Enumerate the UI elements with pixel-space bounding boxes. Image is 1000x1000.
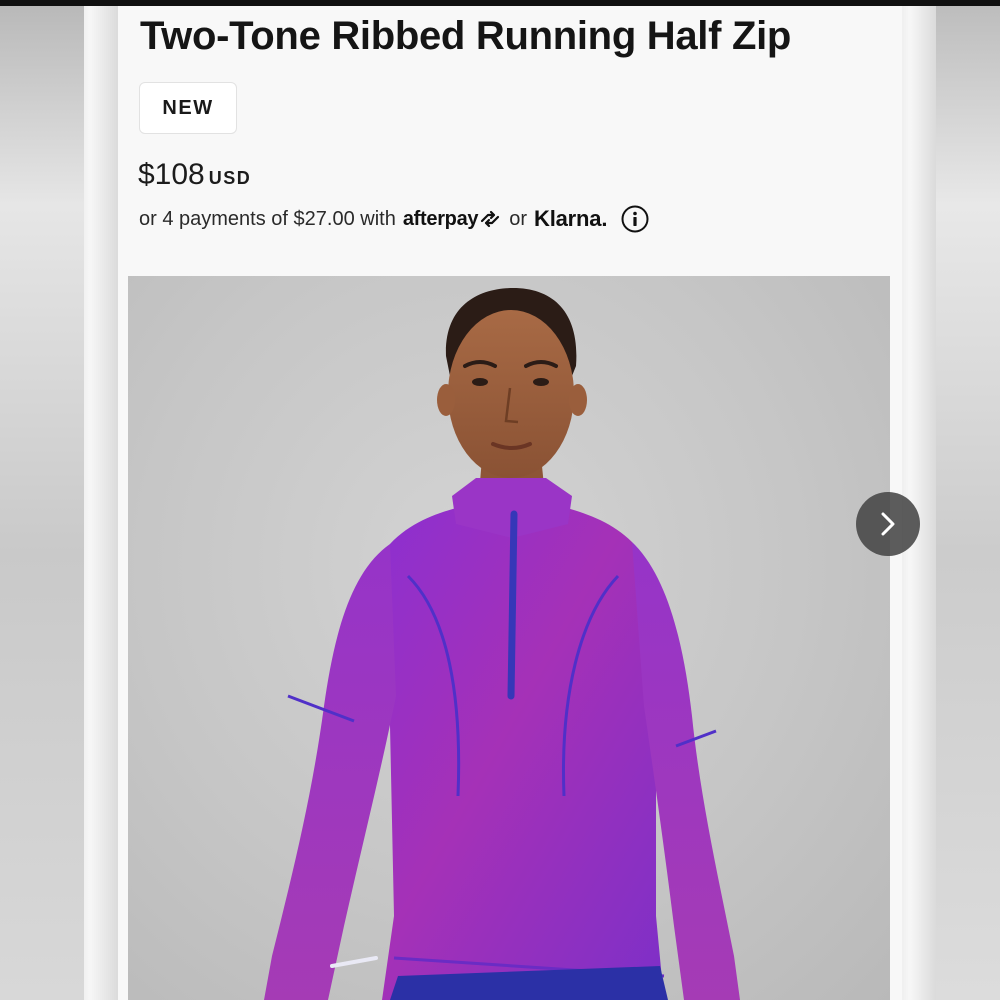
payments-or-text: or xyxy=(509,207,528,230)
new-badge: NEW xyxy=(139,82,237,134)
klarna-logo[interactable]: Klarna. xyxy=(534,206,607,232)
right-margin xyxy=(936,6,1000,1000)
next-image-button[interactable] xyxy=(856,492,920,556)
left-margin xyxy=(0,6,84,1000)
chevron-right-icon xyxy=(881,512,895,536)
info-button[interactable] xyxy=(621,205,649,233)
installment-payments: or 4 payments of $27.00 with afterpay or… xyxy=(139,205,649,233)
price-currency: USD xyxy=(208,168,252,188)
info-icon xyxy=(621,205,649,233)
afterpay-arrows-icon xyxy=(481,210,500,228)
product-title: Two-Tone Ribbed Running Half Zip xyxy=(140,14,792,58)
product-price: $108 USD xyxy=(138,158,251,192)
product-page: Two-Tone Ribbed Running Half Zip NEW $10… xyxy=(118,6,902,1000)
model-wearing-half-zip xyxy=(264,288,740,1000)
price-amount: $108 xyxy=(138,158,205,191)
afterpay-logo[interactable]: afterpay xyxy=(403,208,479,231)
installment-text: or 4 payments of $27.00 with xyxy=(139,207,396,230)
product-image[interactable] xyxy=(128,276,890,1000)
